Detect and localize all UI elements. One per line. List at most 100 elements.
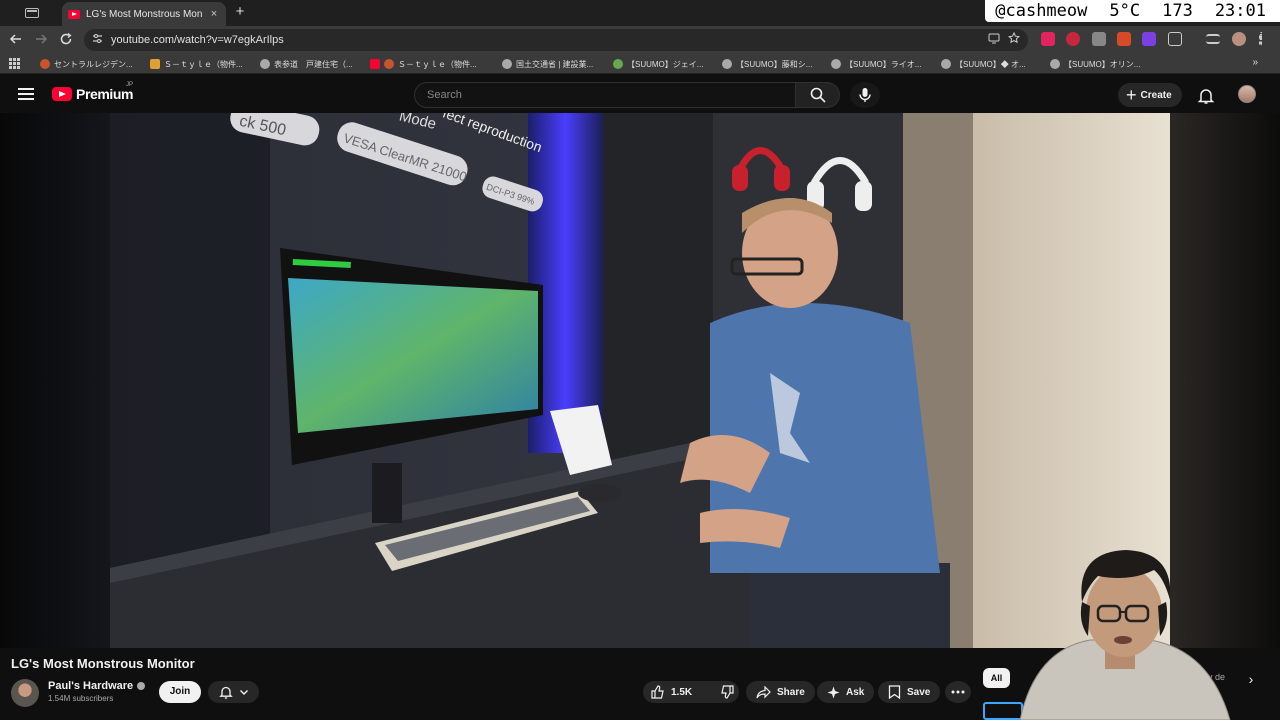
bookmark-favicon-icon <box>384 59 394 69</box>
save-label: Save <box>907 686 931 698</box>
extension-5-icon[interactable] <box>1142 32 1156 46</box>
channel-avatar[interactable] <box>11 679 39 707</box>
account-avatar[interactable] <box>1238 85 1256 103</box>
subscriber-count: 1.54M subscribers <box>48 694 114 703</box>
youtube-header: Premium JP Search + Create <box>0 74 1280 114</box>
chevron-down-icon <box>239 690 248 695</box>
bookmark-item[interactable]: 【SUUMO】ジェイ... <box>613 57 703 71</box>
bookmark-item[interactable]: Ｓ－ｔｙｌｅ（物件... <box>370 57 477 71</box>
status-time: 23:01 <box>1214 1 1266 21</box>
channel-name-text: Paul's Hardware <box>48 680 134 692</box>
chip-all[interactable]: All <box>983 668 1010 688</box>
bookmarks-bar: セントラルレジデン... Ｓ－ｔｙｌｅ（物件... 表参道 戸建住宅（... Ｓ… <box>0 54 1280 74</box>
reload-icon[interactable] <box>58 32 74 48</box>
subscription-notifications-button[interactable] <box>208 681 259 703</box>
voice-search-button[interactable] <box>850 82 880 108</box>
globe-icon <box>941 59 951 69</box>
more-horizontal-icon <box>951 690 965 694</box>
bookmark-item[interactable]: 【SUUMO】ライオ... <box>831 57 921 71</box>
verified-check-icon <box>137 682 146 690</box>
tab-title: LG's Most Monstrous Monitor <box>86 8 202 20</box>
ask-label: Ask <box>846 686 865 698</box>
bookmark-item[interactable]: Ｓ－ｔｙｌｅ（物件... <box>150 57 243 71</box>
ask-button[interactable]: Ask <box>817 681 875 703</box>
join-button[interactable]: Join <box>159 681 201 703</box>
status-temperature: 5°C <box>1109 1 1141 21</box>
url-text: youtube.com/watch?v=w7egkArIlps <box>111 34 284 46</box>
thumbs-up-icon <box>651 685 664 699</box>
bookmark-item[interactable]: 【SUUMO】◆ オ... <box>941 57 1026 71</box>
bookmark-item[interactable]: セントラルレジデン... <box>40 57 133 71</box>
bell-icon <box>218 686 233 699</box>
new-tab-icon[interactable]: + <box>232 4 248 20</box>
globe-icon <box>831 59 841 69</box>
bookmark-favicon-icon <box>40 59 50 69</box>
more-actions-button[interactable] <box>945 681 971 703</box>
chevron-right-icon[interactable]: › <box>1241 669 1261 689</box>
browser-toolbar: youtube.com/watch?v=w7egkArIlps <box>0 26 1280 54</box>
stream-status-overlay: @cashmeow 5°C 173 23:01 <box>985 0 1280 22</box>
youtube-favicon-icon <box>370 59 380 69</box>
dislike-button[interactable] <box>712 681 742 703</box>
search-button[interactable] <box>796 82 840 108</box>
webcam-person <box>1019 550 1231 720</box>
logo-region: JP <box>126 82 134 88</box>
thumbs-down-icon <box>721 685 734 699</box>
extension-4-icon[interactable] <box>1117 32 1131 46</box>
search-icon <box>810 87 826 103</box>
bookmarks-overflow-icon[interactable]: » <box>1252 57 1258 68</box>
bookmark-item[interactable]: 国土交通省 | 建設業... <box>502 57 593 71</box>
share-label: Share <box>777 686 805 698</box>
plus-icon: + <box>1126 85 1137 105</box>
bookmark-item[interactable]: 【SUUMO】藤和シ... <box>722 57 812 71</box>
address-bar[interactable]: youtube.com/watch?v=w7egkArIlps <box>84 29 1028 51</box>
profile-icon[interactable] <box>1232 32 1246 46</box>
screen: LG's Most Monstrous Monitor × + @cashmeo… <box>0 0 1280 720</box>
like-button[interactable]: 1.5K <box>643 681 700 703</box>
extension-1-icon[interactable] <box>1041 32 1055 46</box>
tab-search-icon[interactable] <box>14 4 50 22</box>
status-counter: 173 <box>1162 1 1193 21</box>
ambient-glow-left <box>0 113 110 648</box>
back-icon[interactable] <box>8 32 24 48</box>
globe-icon <box>722 59 732 69</box>
globe-icon <box>1050 59 1060 69</box>
forward-icon[interactable] <box>33 32 49 48</box>
cast-icon[interactable] <box>988 32 1000 47</box>
mouse <box>578 484 622 502</box>
create-label: Create <box>1140 89 1172 101</box>
bookmark-favicon-icon <box>150 59 160 69</box>
reading-list-icon[interactable] <box>1206 34 1220 44</box>
guide-menu-icon[interactable] <box>18 88 34 100</box>
webcam-overlay <box>1010 540 1242 720</box>
youtube-favicon-icon <box>68 9 80 19</box>
bookmark-item[interactable]: 【SUUMO】オリン... <box>1050 57 1140 71</box>
status-user: @cashmeow <box>995 1 1088 21</box>
search-input[interactable]: Search <box>414 82 796 108</box>
globe-icon <box>502 59 512 69</box>
extension-3-icon[interactable] <box>1092 32 1106 46</box>
create-button[interactable]: + Create <box>1118 83 1182 107</box>
youtube-premium-logo[interactable]: Premium JP <box>52 82 134 102</box>
extension-2-icon[interactable] <box>1066 32 1080 46</box>
like-count: 1.5K <box>671 686 693 698</box>
tab-close-icon[interactable]: × <box>208 8 220 20</box>
menu-dots-icon[interactable] <box>1259 32 1263 46</box>
bookmark-favicon-icon <box>613 59 623 69</box>
notifications-bell-icon[interactable] <box>1197 87 1215 105</box>
microphone-icon <box>859 88 871 102</box>
bookmark-star-icon[interactable] <box>1007 31 1021 47</box>
globe-icon <box>260 59 270 69</box>
youtube-play-logo-icon <box>52 87 72 101</box>
apps-grid-icon[interactable] <box>9 58 21 70</box>
site-info-icon[interactable] <box>92 33 103 47</box>
share-button[interactable]: Share <box>746 681 815 703</box>
like-dislike-group: 1.5K <box>643 681 739 703</box>
save-button[interactable]: Save <box>878 681 941 703</box>
save-playlist-icon <box>888 685 901 699</box>
browser-tab-active[interactable]: LG's Most Monstrous Monitor × <box>62 2 226 26</box>
bookmark-item[interactable]: 表参道 戸建住宅（... <box>260 57 353 71</box>
video-title: LG's Most Monstrous Monitor <box>11 656 195 671</box>
channel-name[interactable]: Paul's Hardware <box>48 680 146 692</box>
extensions-puzzle-icon[interactable] <box>1168 32 1182 46</box>
